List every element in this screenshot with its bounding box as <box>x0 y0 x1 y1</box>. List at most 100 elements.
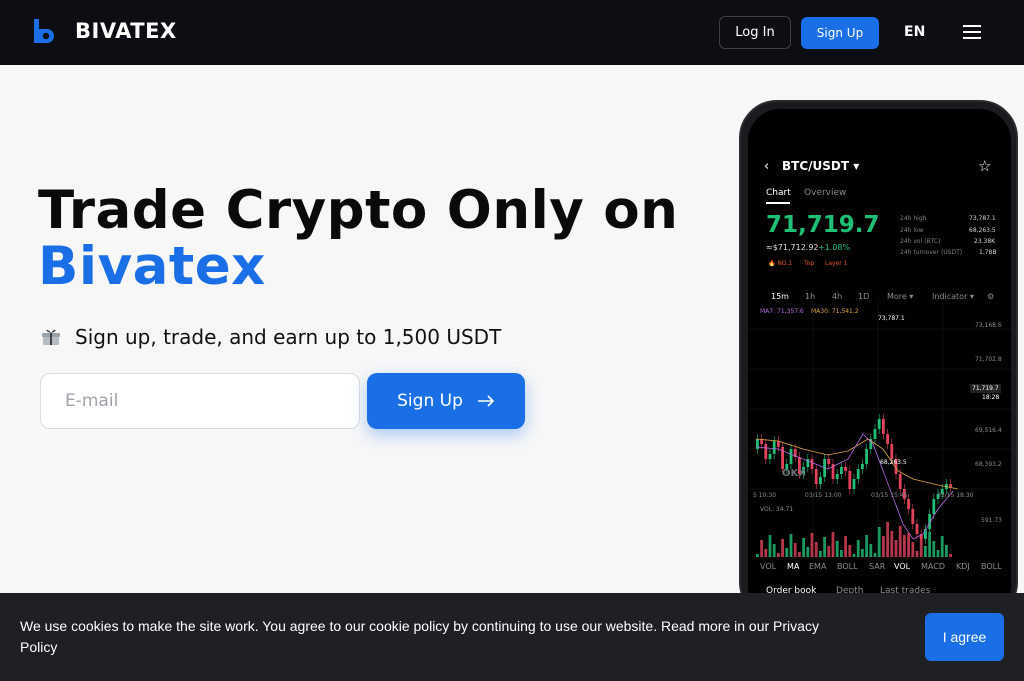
candle-body <box>840 467 843 474</box>
phone-screen: ‹ BTC/USDT ▾ ☆ Chart Overview 71,719.7 ≈… <box>748 109 1011 619</box>
trading-pair: BTC/USDT ▾ <box>782 159 860 173</box>
candle-body <box>819 477 822 484</box>
indicator-tab: VOL <box>894 562 911 571</box>
indicator-tab: KDJ <box>956 562 970 571</box>
volume-axis-label: 591.73 <box>981 517 1002 524</box>
candle-body <box>877 419 881 429</box>
phone-change: +1.08% <box>818 243 851 252</box>
candle-body <box>852 479 856 489</box>
stat-label: 24h high <box>900 215 927 222</box>
tag-badge: 🔥 NO.1 <box>768 260 793 267</box>
volume-bar <box>907 533 910 557</box>
cookie-text: We use cookies to make the site work. Yo… <box>20 618 819 655</box>
hero-signup-label: Sign Up <box>397 391 463 411</box>
email-field[interactable] <box>40 373 360 429</box>
volume-bar <box>877 527 881 557</box>
volume-bar <box>810 533 814 557</box>
volume-bar <box>894 540 898 557</box>
volume-bar <box>865 535 868 557</box>
stat-value: 23.38K <box>974 238 996 245</box>
candle-body <box>844 467 847 471</box>
indicator-tab: BOLL <box>837 562 858 571</box>
phone-tab-underline <box>766 202 790 204</box>
bivatex-logo-icon[interactable] <box>31 17 59 45</box>
stat-label: 24h turnover (USDT) <box>900 249 963 256</box>
volume-bar <box>806 547 810 557</box>
stat-label: 24h low <box>900 227 924 234</box>
indicator-tab: EMA <box>809 562 827 571</box>
candle-body <box>890 444 894 459</box>
back-chevron-icon: ‹ <box>764 159 770 174</box>
volume-bar <box>869 544 873 557</box>
candle-body <box>814 469 818 484</box>
candle-body <box>932 499 936 514</box>
candle-body <box>898 474 902 489</box>
volume-bar <box>949 554 952 557</box>
volume-bar <box>768 535 772 557</box>
volume-bar <box>756 554 759 557</box>
indicator-tab: MACD <box>921 562 945 571</box>
hero-title-line1: Trade Crypto Only on <box>38 180 679 241</box>
candle-body <box>848 471 852 489</box>
hero-title-brand: Bivatex <box>38 236 266 297</box>
agree-button[interactable]: I agree <box>925 613 1004 661</box>
hero-subline: Sign up, trade, and earn up to 1,500 USD… <box>75 325 502 349</box>
header-signup-button[interactable]: Sign Up <box>801 17 879 49</box>
current-price-tag: 71,719.7 <box>970 384 1001 393</box>
volume-bar <box>844 536 847 557</box>
volume-bar <box>814 542 818 557</box>
volume-bar <box>924 546 927 557</box>
axis-label: 73,168.6 <box>975 322 1002 329</box>
volume-bar <box>861 549 864 557</box>
star-icon: ☆ <box>978 157 992 175</box>
candle-body <box>911 509 915 524</box>
indicator-tab: BOLL <box>981 562 1002 571</box>
volume-bar <box>840 550 843 557</box>
high-label: 73,787.1 <box>878 315 905 322</box>
volume-bar <box>823 537 826 557</box>
volume-bar <box>789 534 793 557</box>
gift-icon <box>42 329 60 345</box>
volume-bar <box>940 536 944 557</box>
arrow-right-icon <box>477 395 494 407</box>
volume-bar <box>898 526 902 557</box>
candle-body <box>861 464 864 469</box>
candle-body <box>768 454 772 459</box>
brand-name[interactable]: BIVATEX <box>75 19 177 43</box>
candle-body <box>764 444 768 459</box>
volume-bar <box>760 540 763 557</box>
low-label: 68,263.5 <box>880 459 907 466</box>
candle-body <box>882 419 885 434</box>
volume-bar <box>936 550 940 557</box>
hamburger-menu-icon[interactable] <box>963 25 981 39</box>
volume-bar <box>915 551 919 557</box>
hero-signup-button[interactable]: Sign Up <box>367 373 525 429</box>
candle-body <box>772 441 776 454</box>
volume-bar <box>819 551 822 557</box>
candlestick-chart <box>748 299 1011 559</box>
candle-body <box>856 469 860 479</box>
axis-label: 71,702.8 <box>975 356 1002 363</box>
candles <box>756 414 952 544</box>
volume-bar <box>856 540 860 557</box>
volume-bar <box>873 553 877 557</box>
volume-bars <box>756 522 952 557</box>
language-selector[interactable]: EN <box>904 24 925 40</box>
indicator-tab: MA <box>787 562 800 571</box>
indicator-tab: SAR <box>869 562 886 571</box>
volume-bar <box>886 522 889 557</box>
volume-bar <box>928 532 931 557</box>
date-label: 03/15 15:45 <box>871 492 908 499</box>
volume-bar <box>785 548 789 557</box>
stat-label: 24h vol (BTC) <box>900 238 941 245</box>
volume-bar <box>890 531 894 557</box>
login-button[interactable]: Log In <box>719 16 791 49</box>
candle-body <box>827 459 831 464</box>
candle-body <box>873 429 877 439</box>
volume-bar <box>831 532 835 557</box>
volume-bar <box>793 543 797 557</box>
stat-value: 68,263.5 <box>969 227 996 234</box>
volume-bar <box>781 539 784 557</box>
volume-bar <box>882 536 885 557</box>
volume-bar <box>827 546 831 557</box>
